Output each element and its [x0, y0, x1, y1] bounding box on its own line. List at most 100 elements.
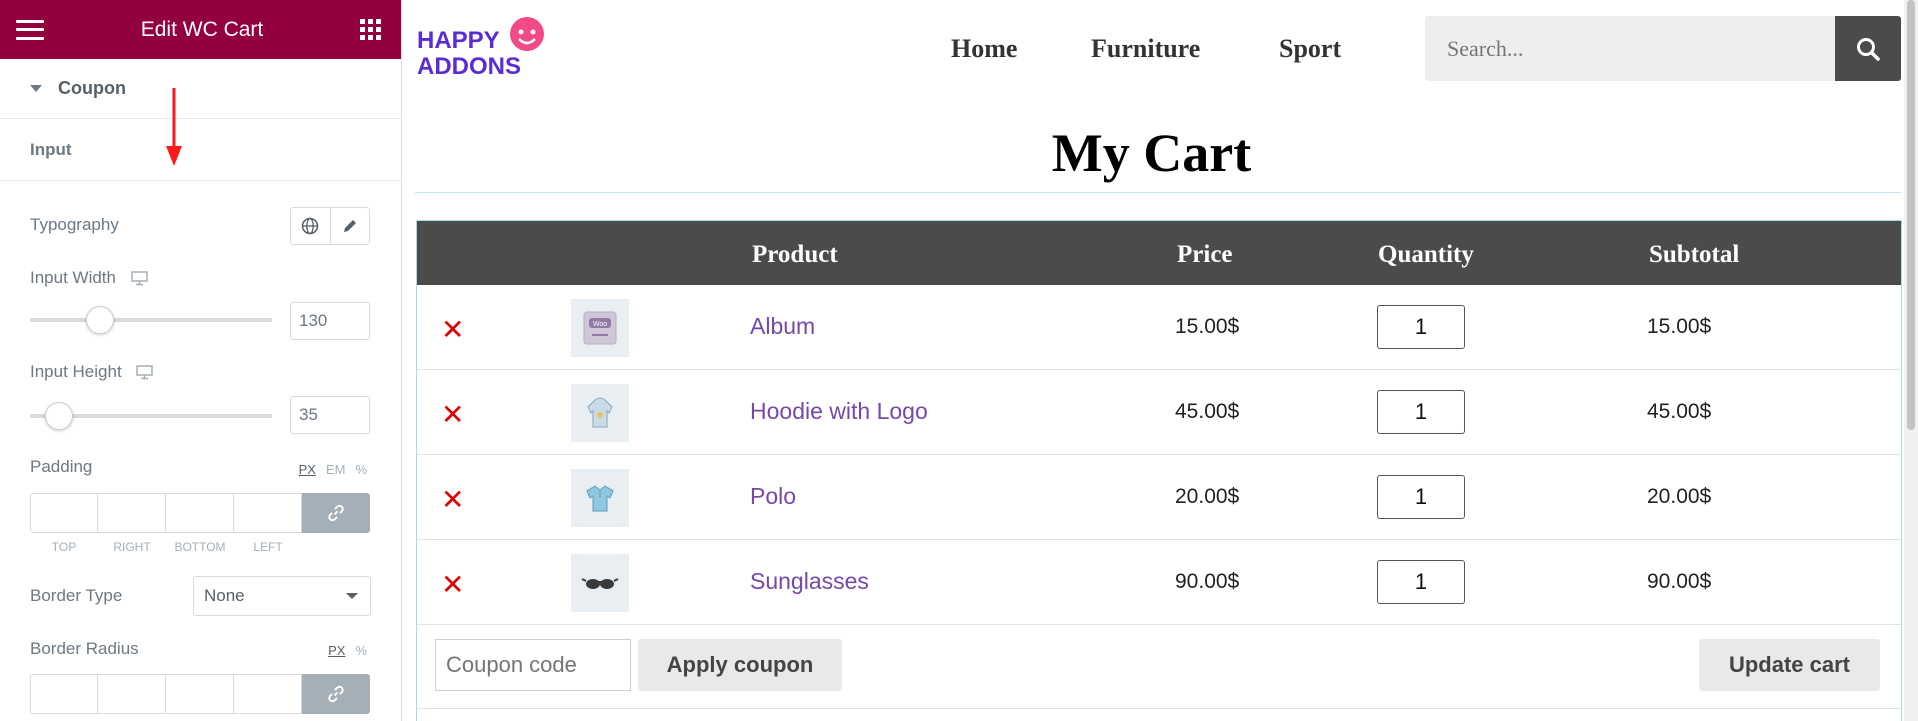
table-row: ✕ Sunglasses 90.00$ 90.00$	[417, 540, 1901, 625]
border-radius-dimensions	[30, 674, 370, 714]
quantity-input[interactable]	[1377, 390, 1465, 434]
padding-bottom-input[interactable]	[166, 493, 234, 533]
cart-table-header: Product Price Quantity Subtotal	[417, 221, 1901, 285]
global-typography-button[interactable]	[291, 208, 330, 244]
link-icon	[328, 504, 344, 522]
product-name-link[interactable]: Album	[750, 313, 815, 340]
hoodie-icon	[587, 397, 613, 428]
page-scrollbar[interactable]	[1904, 0, 1918, 721]
panel-header: Edit WC Cart	[0, 0, 401, 59]
caret-down-icon	[30, 85, 42, 92]
table-row: ✕ Hoodie with Logo 45.00$ 45.00$	[417, 370, 1901, 455]
padding-dimension-labels: TOP RIGHT BOTTOM LEFT	[30, 540, 302, 554]
product-name-link[interactable]: Hoodie with Logo	[750, 398, 928, 425]
product-subtotal: 20.00$	[1647, 485, 1712, 508]
unit-px[interactable]: PX	[328, 643, 345, 658]
remove-item-button[interactable]: ✕	[441, 568, 464, 601]
product-name-link[interactable]: Sunglasses	[750, 568, 869, 595]
input-width-label: Input Width	[30, 268, 148, 288]
album-thumbnail[interactable]: Woo	[571, 299, 629, 357]
scrollbar-thumb[interactable]	[1907, 0, 1915, 430]
edit-typography-button[interactable]	[329, 208, 370, 244]
padding-link-button[interactable]	[302, 493, 370, 533]
unit-px[interactable]: PX	[299, 462, 316, 477]
cart-table: Product Price Quantity Subtotal ✕ Woo Al…	[416, 220, 1902, 721]
radius-link-button[interactable]	[302, 674, 370, 714]
nav-home[interactable]: Home	[951, 34, 1017, 64]
padding-left-input[interactable]	[234, 493, 302, 533]
desktop-icon[interactable]	[136, 365, 154, 380]
title-divider	[415, 192, 1901, 193]
unit-percent[interactable]: %	[355, 643, 367, 658]
polo-icon	[586, 485, 614, 512]
widgets-grid-icon[interactable]	[359, 19, 381, 40]
nav-furniture[interactable]: Furniture	[1091, 34, 1200, 64]
remove-item-button[interactable]: ✕	[441, 483, 464, 516]
search-button[interactable]	[1835, 16, 1901, 81]
product-price: 15.00$	[1175, 315, 1240, 338]
pencil-icon	[343, 220, 356, 232]
album-icon: Woo	[583, 311, 617, 345]
logo-line2: ADDONS	[417, 53, 521, 80]
sunglasses-thumbnail[interactable]	[571, 554, 629, 612]
apply-coupon-button[interactable]: Apply coupon	[638, 639, 842, 691]
unit-em[interactable]: EM	[326, 462, 346, 477]
subsection-input-label: Input	[30, 139, 72, 159]
product-price: 45.00$	[1175, 400, 1240, 423]
dim-label-bottom: BOTTOM	[174, 540, 226, 554]
polo-thumbnail[interactable]	[571, 469, 629, 527]
nav-sport[interactable]: Sport	[1279, 34, 1341, 64]
radius-right-input[interactable]	[98, 674, 166, 714]
product-subtotal: 45.00$	[1647, 400, 1712, 423]
header-subtotal: Subtotal	[1649, 241, 1740, 268]
section-coupon[interactable]: Coupon	[0, 59, 401, 119]
input-height-slider-handle[interactable]	[44, 402, 73, 430]
input-height-slider[interactable]	[30, 402, 272, 430]
product-price: 90.00$	[1175, 570, 1240, 593]
padding-units: PX EM %	[299, 462, 367, 477]
border-type-value: None	[204, 586, 245, 605]
border-radius-label: Border Radius	[30, 639, 139, 658]
product-name-link[interactable]: Polo	[750, 483, 796, 510]
editor-panel: Edit WC Cart Coupon Input Typography Inp…	[0, 0, 402, 721]
typography-controls	[290, 207, 370, 245]
quantity-input[interactable]	[1377, 305, 1465, 349]
table-row: ✕ Woo Album 15.00$ 15.00$	[417, 285, 1901, 370]
menu-icon[interactable]	[16, 19, 44, 40]
remove-item-button[interactable]: ✕	[441, 398, 464, 431]
table-row: ✕ Polo 20.00$ 20.00$	[417, 455, 1901, 540]
radius-bottom-input[interactable]	[166, 674, 234, 714]
input-width-field[interactable]	[290, 302, 370, 340]
input-width-slider[interactable]	[30, 306, 272, 334]
border-type-select[interactable]: None	[193, 576, 371, 616]
dim-label-right: RIGHT	[113, 540, 151, 554]
panel-title: Edit WC Cart	[140, 17, 264, 41]
svg-text:Woo: Woo	[593, 321, 607, 328]
header-product: Product	[752, 241, 838, 268]
search-input[interactable]	[1425, 16, 1835, 81]
update-cart-button[interactable]: Update cart	[1699, 639, 1880, 691]
quantity-input[interactable]	[1377, 475, 1465, 519]
radius-top-input[interactable]	[30, 674, 98, 714]
input-height-label-text: Input Height	[30, 362, 122, 381]
input-height-field[interactable]	[290, 396, 370, 434]
happy-addons-logo[interactable]: HAPPY ADDONS	[415, 14, 545, 80]
chevron-down-icon	[346, 593, 358, 599]
padding-right-input[interactable]	[98, 493, 166, 533]
site-preview: HAPPY ADDONS Home Furniture Sport My Car…	[403, 0, 1918, 721]
border-radius-units: PX %	[328, 643, 367, 658]
unit-percent[interactable]: %	[355, 462, 367, 477]
product-subtotal: 90.00$	[1647, 570, 1712, 593]
desktop-icon[interactable]	[130, 271, 148, 286]
radius-left-input[interactable]	[234, 674, 302, 714]
hoodie-thumbnail[interactable]	[571, 384, 629, 442]
remove-item-button[interactable]: ✕	[441, 313, 464, 346]
quantity-input[interactable]	[1377, 560, 1465, 604]
dim-label-left: LEFT	[253, 540, 283, 554]
input-width-slider-handle[interactable]	[85, 306, 114, 334]
coupon-code-input[interactable]	[435, 639, 631, 691]
section-coupon-label: Coupon	[58, 78, 126, 98]
globe-icon	[302, 217, 319, 235]
padding-top-input[interactable]	[30, 493, 98, 533]
app-window: Edit WC Cart Coupon Input Typography Inp…	[0, 0, 1918, 721]
